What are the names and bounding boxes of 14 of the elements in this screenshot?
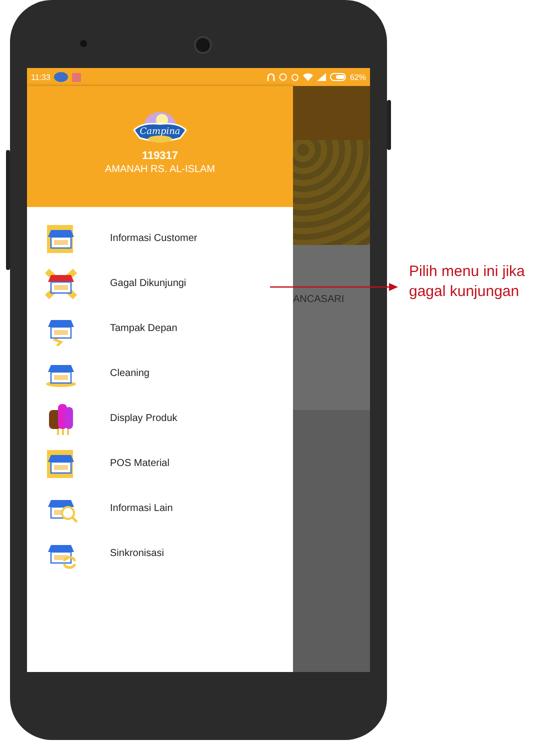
drawer-menu-item[interactable]: Cleaning xyxy=(27,351,293,396)
drawer-menu-item[interactable]: Display Produk xyxy=(27,396,293,441)
battery-percent: 62% xyxy=(350,72,366,82)
drawer-menu-item[interactable]: Sinkronisasi xyxy=(27,531,293,576)
customer-name: AMANAH RS. AL-ISLAM xyxy=(104,164,216,175)
drawer-menu-item[interactable]: POS Material xyxy=(27,441,293,486)
drawer-menu-item[interactable]: Informasi Customer xyxy=(27,216,293,261)
annotation-text: Pilih menu ini jika gagal kunjungan xyxy=(409,262,526,302)
customer-id: 119317 xyxy=(142,150,178,162)
drawer-menu-item[interactable]: Informasi Lain xyxy=(27,486,293,531)
drawer-menu-item[interactable]: Tampak Depan xyxy=(27,306,293,351)
dimmed-text: ANCASARI xyxy=(293,294,344,305)
status-time: 11:33 xyxy=(31,72,50,82)
drawer-menu-item[interactable]: Gagal Dikunjungi xyxy=(27,261,293,306)
